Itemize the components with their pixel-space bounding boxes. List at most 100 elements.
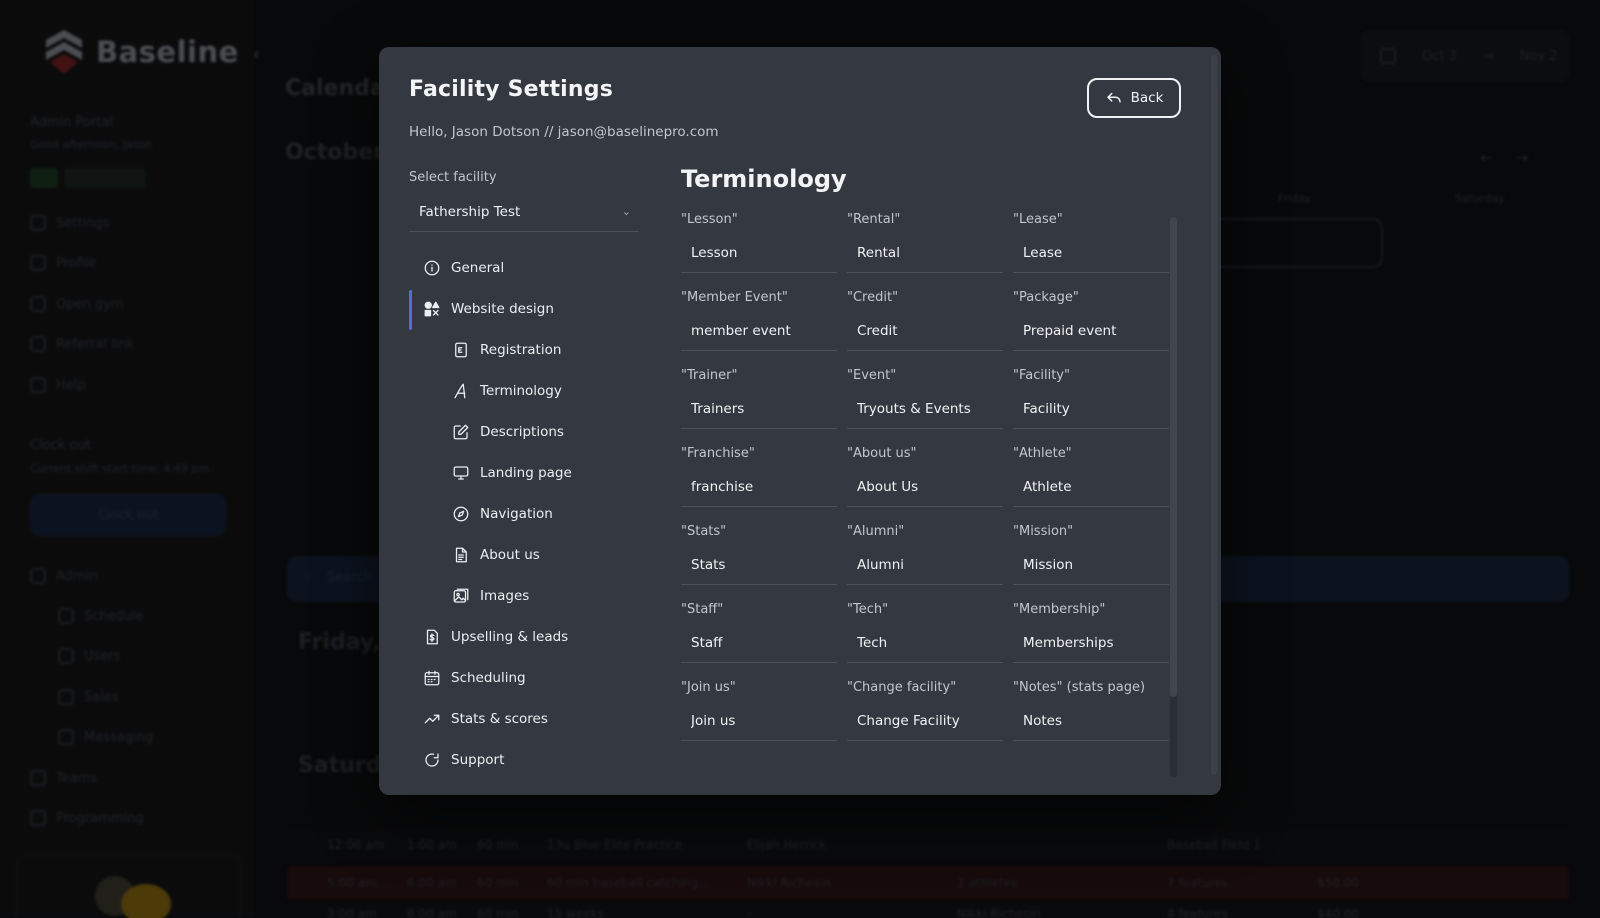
term-label: "Mission" bbox=[1013, 524, 1074, 539]
nav-item-label: Registration bbox=[480, 341, 562, 358]
calendar-icon bbox=[423, 669, 441, 687]
settings-nav: General Website design Registration Term… bbox=[409, 247, 644, 780]
term-input[interactable] bbox=[681, 311, 837, 351]
compass-icon bbox=[452, 505, 470, 523]
term-label: "Rental" bbox=[847, 212, 901, 227]
term-field: "Franchise" bbox=[681, 441, 837, 519]
term-input[interactable] bbox=[847, 467, 1003, 507]
term-input[interactable] bbox=[681, 701, 837, 741]
term-input[interactable] bbox=[847, 623, 1003, 663]
term-input[interactable] bbox=[847, 233, 1003, 273]
nav-item-label: Landing page bbox=[480, 464, 572, 481]
term-label: "Event" bbox=[847, 368, 897, 383]
term-field: "Facility" bbox=[1013, 363, 1169, 441]
term-input[interactable] bbox=[681, 233, 837, 273]
nav-item-label: Stats & scores bbox=[451, 710, 548, 727]
nav-item-about-us[interactable]: About us bbox=[409, 534, 644, 575]
nav-item-label: General bbox=[451, 259, 505, 276]
nav-item-upselling-leads[interactable]: Upselling & leads bbox=[409, 616, 644, 657]
nav-item-website-design[interactable]: Website design bbox=[409, 288, 644, 330]
term-input[interactable] bbox=[1013, 701, 1169, 741]
nav-item-general[interactable]: General bbox=[409, 247, 644, 288]
chevron-down-icon: ⌄ bbox=[621, 205, 631, 218]
term-input[interactable] bbox=[847, 545, 1003, 585]
term-label: "Package" bbox=[1013, 290, 1079, 305]
term-label: "Facility" bbox=[1013, 368, 1070, 383]
font-icon bbox=[452, 382, 470, 400]
section-title: Terminology bbox=[681, 165, 847, 193]
term-label: "Tech" bbox=[847, 602, 889, 617]
nav-item-label: Descriptions bbox=[480, 423, 564, 440]
modal-scrollbar[interactable] bbox=[1211, 55, 1217, 775]
term-field: "Trainer" bbox=[681, 363, 837, 441]
trending-up-icon bbox=[423, 710, 441, 728]
modal-title: Facility Settings bbox=[409, 77, 614, 102]
term-label: "About us" bbox=[847, 446, 917, 461]
nav-item-registration[interactable]: Registration bbox=[409, 329, 644, 370]
facility-select-value: Fathership Test bbox=[419, 203, 521, 220]
nav-item-support[interactable]: Support bbox=[409, 739, 644, 780]
nav-item-label: Website design bbox=[451, 300, 554, 317]
monitor-icon bbox=[452, 464, 470, 482]
term-label: "Franchise" bbox=[681, 446, 755, 461]
term-field: "Tech" bbox=[847, 597, 1003, 675]
term-input[interactable] bbox=[1013, 545, 1169, 585]
nav-item-navigation[interactable]: Navigation bbox=[409, 493, 644, 534]
facility-settings-modal: Facility Settings Hello, Jason Dotson //… bbox=[379, 47, 1221, 795]
term-input[interactable] bbox=[1013, 233, 1169, 273]
term-label: "Lesson" bbox=[681, 212, 738, 227]
scrollbar-thumb[interactable] bbox=[1170, 217, 1177, 697]
term-field: "Rental" bbox=[847, 207, 1003, 285]
undo-arrow-icon bbox=[1106, 92, 1121, 103]
edit-icon bbox=[452, 423, 470, 441]
nav-item-label: Navigation bbox=[480, 505, 553, 522]
term-input[interactable] bbox=[847, 701, 1003, 741]
term-field: "Stats" bbox=[681, 519, 837, 597]
term-label: "Notes" (stats page) bbox=[1013, 680, 1146, 695]
term-field: "Lesson" bbox=[681, 207, 837, 285]
facility-select[interactable]: Fathership Test ⌄ bbox=[409, 192, 639, 232]
nav-item-label: Images bbox=[480, 587, 530, 604]
dollar-file-icon bbox=[423, 628, 441, 646]
term-label: "Alumni" bbox=[847, 524, 905, 539]
terminology-grid: "Lesson" "Rental" "Lease" "Member Event" "Cr… bbox=[681, 207, 1171, 775]
term-label: "Membership" bbox=[1013, 602, 1106, 617]
select-facility-label: Select facility bbox=[409, 170, 497, 185]
term-field: "Join us" bbox=[681, 675, 837, 753]
term-field: "Event" bbox=[847, 363, 1003, 441]
term-input[interactable] bbox=[681, 545, 837, 585]
term-label: "Athlete" bbox=[1013, 446, 1072, 461]
term-field: "Membership" bbox=[1013, 597, 1169, 675]
nav-item-terminology[interactable]: Terminology bbox=[409, 370, 644, 411]
term-input[interactable] bbox=[681, 623, 837, 663]
nav-item-stats-scores[interactable]: Stats & scores bbox=[409, 698, 644, 739]
term-input[interactable] bbox=[1013, 389, 1169, 429]
nav-item-label: Scheduling bbox=[451, 669, 526, 686]
nav-item-scheduling[interactable]: Scheduling bbox=[409, 657, 644, 698]
term-field: "Notes" (stats page) bbox=[1013, 675, 1169, 753]
term-label: "Change facility" bbox=[847, 680, 957, 695]
term-input[interactable] bbox=[681, 467, 837, 507]
term-input[interactable] bbox=[1013, 467, 1169, 507]
term-label: "Staff" bbox=[681, 602, 724, 617]
term-input[interactable] bbox=[847, 311, 1003, 351]
terminology-scrollbar[interactable] bbox=[1170, 217, 1177, 777]
term-input[interactable] bbox=[1013, 311, 1169, 351]
nav-item-images[interactable]: Images bbox=[409, 575, 644, 616]
term-field: "Lease" bbox=[1013, 207, 1169, 285]
term-field: "About us" bbox=[847, 441, 1003, 519]
term-input[interactable] bbox=[681, 389, 837, 429]
term-label: "Member Event" bbox=[681, 290, 788, 305]
support-icon bbox=[423, 751, 441, 769]
term-field: "Change facility" bbox=[847, 675, 1003, 753]
nav-item-descriptions[interactable]: Descriptions bbox=[409, 411, 644, 452]
term-field: "Staff" bbox=[681, 597, 837, 675]
nav-item-landing-page[interactable]: Landing page bbox=[409, 452, 644, 493]
term-input[interactable] bbox=[1013, 623, 1169, 663]
term-input[interactable] bbox=[847, 389, 1003, 429]
nav-item-label: Upselling & leads bbox=[451, 628, 569, 645]
document-icon bbox=[452, 546, 470, 564]
term-field: "Alumni" bbox=[847, 519, 1003, 597]
back-button[interactable]: Back bbox=[1087, 78, 1181, 118]
registration-icon bbox=[452, 341, 470, 359]
